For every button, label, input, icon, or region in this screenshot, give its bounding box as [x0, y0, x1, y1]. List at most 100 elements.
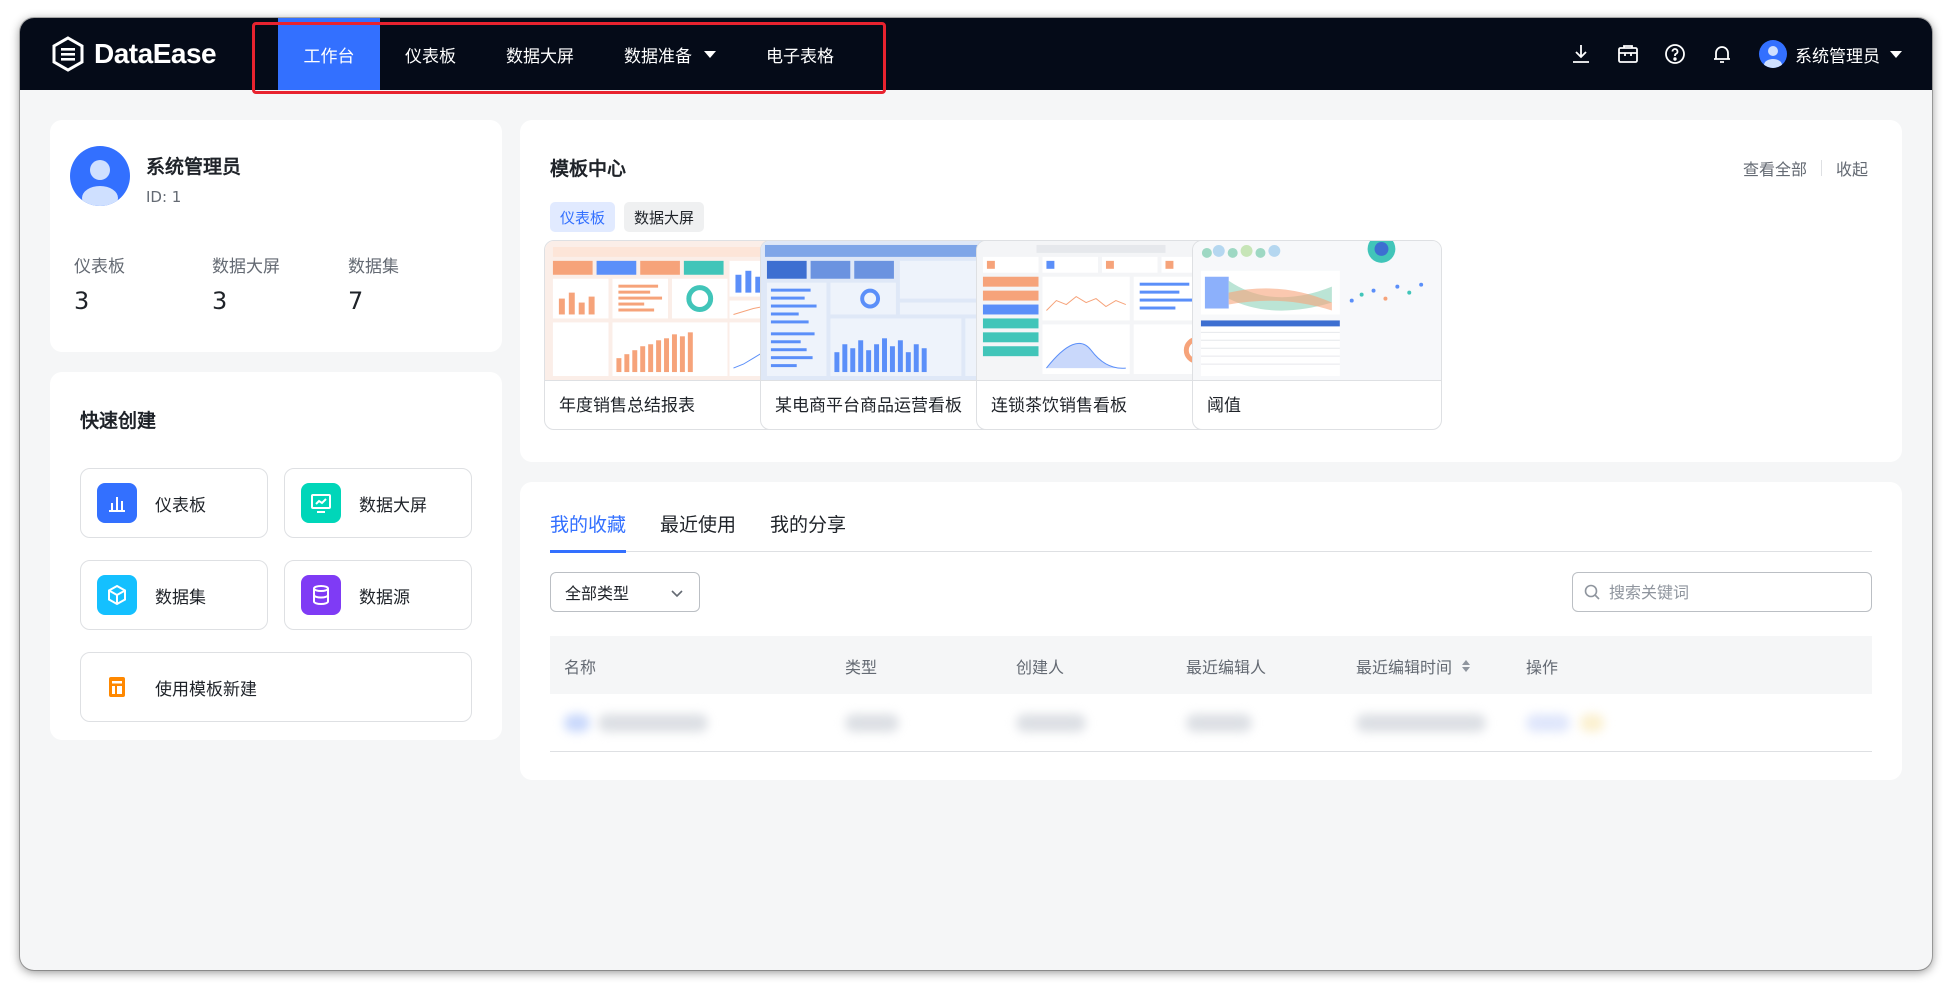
template-card[interactable]: 某电商平台商品运营看板 — [760, 240, 1010, 430]
stat-label: 数据集 — [348, 257, 399, 277]
template-thumbnail — [1193, 241, 1441, 381]
resource-tabs: 我的收藏 最近使用 我的分享 — [550, 506, 1872, 553]
brand-name: DataEase — [94, 38, 217, 69]
row-editor-blurred — [1186, 714, 1252, 732]
avatar — [70, 146, 130, 206]
cube-icon — [97, 575, 137, 615]
nav-data-prep[interactable]: 数据准备 — [599, 18, 741, 90]
template-thumbnail — [977, 241, 1225, 381]
stat-value: 3 — [212, 287, 228, 315]
column-header-type: 类型 — [845, 658, 878, 677]
nav-spreadsheet[interactable]: 电子表格 — [741, 18, 859, 90]
template-name: 年度销售总结报表 — [559, 396, 695, 416]
stat-label: 仪表板 — [74, 257, 125, 277]
tab-shared[interactable]: 我的分享 — [770, 506, 846, 552]
download-icon[interactable] — [1568, 41, 1594, 67]
caret-down-icon — [704, 50, 716, 58]
template-name: 阈值 — [1207, 396, 1241, 416]
chip-dashboard[interactable]: 仪表板 — [550, 202, 616, 232]
row-type-blurred — [845, 714, 899, 732]
button-label: 数据源 — [359, 587, 410, 608]
main-nav: 工作台 仪表板 数据大屏 数据准备 电子表格 — [278, 18, 859, 90]
collapse-link[interactable]: 收起 — [1836, 156, 1868, 180]
profile-id: ID: 1 — [146, 188, 182, 206]
resources-card: 我的收藏 最近使用 我的分享 全部类型 名称 类型 创建人 最近编辑人 最近编辑… — [520, 482, 1902, 780]
row-time-blurred — [1356, 714, 1486, 732]
template-thumbnail — [545, 241, 793, 381]
search-field[interactable] — [1572, 572, 1872, 612]
tab-recent[interactable]: 最近使用 — [660, 506, 736, 552]
button-label: 数据集 — [155, 587, 206, 608]
profile-name: 系统管理员 — [146, 156, 242, 178]
search-input[interactable] — [1609, 582, 1849, 602]
column-header-last-edit-time[interactable]: 最近编辑时间 — [1356, 654, 1472, 678]
template-name: 某电商平台商品运营看板 — [775, 396, 962, 416]
stat-data-screens: 数据大屏 3 — [212, 252, 280, 315]
stat-dashboards: 仪表板 3 — [74, 252, 125, 315]
nav-label: 工作台 — [303, 46, 355, 67]
template-name: 连锁茶饮销售看板 — [991, 396, 1127, 416]
app-window: DataEase 工作台 仪表板 数据大屏 数据准备 电子表格 系统管理员 系统… — [20, 18, 1932, 970]
sort-icon — [1462, 660, 1471, 672]
template-center-actions: 查看全部 收起 — [1743, 156, 1868, 180]
help-icon[interactable] — [1662, 41, 1688, 67]
nav-dashboard[interactable]: 仪表板 — [380, 18, 481, 90]
create-from-template-button[interactable]: 使用模板新建 — [80, 652, 472, 722]
stat-datasets: 数据集 7 — [348, 252, 399, 315]
template-card[interactable]: 年度销售总结报表 — [544, 240, 794, 430]
table-header: 名称 类型 创建人 最近编辑人 最近编辑时间 操作 — [550, 636, 1872, 694]
create-dashboard-button[interactable]: 仪表板 — [80, 468, 268, 538]
button-label: 数据大屏 — [359, 495, 427, 516]
row-creator-blurred — [1016, 714, 1086, 732]
bar-chart-icon — [97, 483, 137, 523]
bell-icon[interactable] — [1709, 41, 1735, 67]
template-card[interactable]: 阈值 — [1192, 240, 1442, 430]
column-header-actions: 操作 — [1526, 658, 1559, 677]
search-icon — [1584, 584, 1600, 600]
template-thumbnail — [761, 241, 1009, 381]
nav-label: 仪表板 — [405, 46, 456, 67]
database-icon — [301, 575, 341, 615]
nav-data-screen[interactable]: 数据大屏 — [481, 18, 599, 90]
divider — [1820, 160, 1822, 176]
stat-label: 数据大屏 — [212, 257, 280, 277]
template-icon — [97, 667, 137, 707]
user-menu[interactable]: 系统管理员 — [1759, 40, 1902, 68]
row-action-blurred[interactable] — [1580, 714, 1604, 732]
row-action-blurred[interactable] — [1526, 714, 1570, 732]
template-center-title: 模板中心 — [550, 158, 627, 180]
button-label: 使用模板新建 — [155, 679, 257, 700]
quick-create-title: 快速创建 — [80, 410, 157, 432]
monitor-icon — [301, 483, 341, 523]
column-header-creator: 创建人 — [1016, 658, 1065, 677]
toolbox-icon[interactable] — [1615, 41, 1641, 67]
user-name: 系统管理员 — [1795, 46, 1880, 67]
column-label: 最近编辑时间 — [1356, 658, 1453, 677]
view-all-link[interactable]: 查看全部 — [1743, 156, 1807, 180]
select-value: 全部类型 — [565, 584, 630, 603]
type-filter-select[interactable]: 全部类型 — [550, 572, 700, 612]
chevron-down-icon — [671, 590, 683, 598]
stat-value: 7 — [348, 287, 364, 315]
nav-workbench[interactable]: 工作台 — [278, 18, 380, 90]
dataease-logo-icon — [52, 36, 84, 72]
table-row[interactable] — [550, 694, 1872, 752]
create-data-screen-button[interactable]: 数据大屏 — [284, 468, 472, 538]
quick-create-card: 快速创建 仪表板 数据大屏 数据集 数据源 使用模板新建 — [50, 372, 502, 740]
create-dataset-button[interactable]: 数据集 — [80, 560, 268, 630]
nav-label: 数据大屏 — [506, 46, 574, 67]
chip-data-screen[interactable]: 数据大屏 — [624, 202, 705, 232]
toolbar: 系统管理员 — [1547, 18, 1902, 90]
caret-down-icon — [1890, 50, 1902, 58]
template-center-card: 模板中心 查看全部 收起 仪表板 数据大屏 年度销售总结报表 某电商平台商品运营… — [520, 120, 1902, 462]
brand-logo[interactable]: DataEase — [50, 34, 217, 74]
create-datasource-button[interactable]: 数据源 — [284, 560, 472, 630]
nav-label: 电子表格 — [766, 46, 834, 67]
nav-label: 数据准备 — [624, 46, 692, 67]
template-card[interactable]: 连锁茶饮销售看板 — [976, 240, 1226, 430]
column-header-name: 名称 — [564, 658, 597, 677]
top-navbar: DataEase 工作台 仪表板 数据大屏 数据准备 电子表格 系统管理员 — [20, 18, 1932, 90]
profile-card: 系统管理员 ID: 1 仪表板 3 数据大屏 3 数据集 7 — [50, 120, 502, 352]
tab-favorites[interactable]: 我的收藏 — [550, 506, 627, 553]
button-label: 仪表板 — [155, 495, 206, 516]
